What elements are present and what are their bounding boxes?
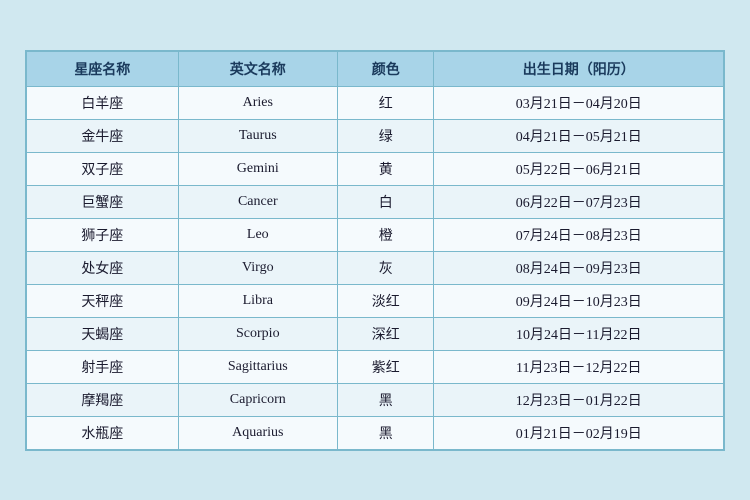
table-row: 水瓶座Aquarius黑01月21日－02月19日: [27, 416, 724, 449]
table-cell-7-0: 天蝎座: [27, 317, 179, 350]
table-cell-0-0: 白羊座: [27, 86, 179, 119]
table-cell-2-1: Gemini: [178, 152, 337, 185]
table-cell-6-2: 淡红: [337, 284, 434, 317]
table-cell-6-1: Libra: [178, 284, 337, 317]
table-row: 处女座Virgo灰08月24日－09月23日: [27, 251, 724, 284]
table-header-cell: 出生日期（阳历）: [434, 51, 724, 86]
table-cell-3-3: 06月22日－07月23日: [434, 185, 724, 218]
table-row: 巨蟹座Cancer白06月22日－07月23日: [27, 185, 724, 218]
table-cell-7-3: 10月24日－11月22日: [434, 317, 724, 350]
table-cell-10-1: Aquarius: [178, 416, 337, 449]
table-cell-5-3: 08月24日－09月23日: [434, 251, 724, 284]
table-cell-3-0: 巨蟹座: [27, 185, 179, 218]
table-cell-10-3: 01月21日－02月19日: [434, 416, 724, 449]
table-cell-2-3: 05月22日－06月21日: [434, 152, 724, 185]
table-body: 白羊座Aries红03月21日－04月20日金牛座Taurus绿04月21日－0…: [27, 86, 724, 449]
table-row: 射手座Sagittarius紫红11月23日－12月22日: [27, 350, 724, 383]
table-cell-6-0: 天秤座: [27, 284, 179, 317]
table-row: 金牛座Taurus绿04月21日－05月21日: [27, 119, 724, 152]
table-cell-8-1: Sagittarius: [178, 350, 337, 383]
zodiac-table-container: 星座名称英文名称颜色出生日期（阳历） 白羊座Aries红03月21日－04月20…: [25, 50, 725, 451]
table-cell-7-1: Scorpio: [178, 317, 337, 350]
table-cell-4-2: 橙: [337, 218, 434, 251]
table-header-cell: 英文名称: [178, 51, 337, 86]
table-cell-1-0: 金牛座: [27, 119, 179, 152]
table-cell-0-3: 03月21日－04月20日: [434, 86, 724, 119]
table-cell-0-2: 红: [337, 86, 434, 119]
table-cell-8-2: 紫红: [337, 350, 434, 383]
table-row: 摩羯座Capricorn黑12月23日－01月22日: [27, 383, 724, 416]
table-cell-4-1: Leo: [178, 218, 337, 251]
table-cell-10-0: 水瓶座: [27, 416, 179, 449]
table-cell-3-2: 白: [337, 185, 434, 218]
table-cell-9-3: 12月23日－01月22日: [434, 383, 724, 416]
table-cell-0-1: Aries: [178, 86, 337, 119]
table-row: 天蝎座Scorpio深红10月24日－11月22日: [27, 317, 724, 350]
table-cell-9-0: 摩羯座: [27, 383, 179, 416]
zodiac-table: 星座名称英文名称颜色出生日期（阳历） 白羊座Aries红03月21日－04月20…: [26, 51, 724, 450]
table-header-cell: 颜色: [337, 51, 434, 86]
table-cell-9-1: Capricorn: [178, 383, 337, 416]
table-cell-2-2: 黄: [337, 152, 434, 185]
table-cell-1-3: 04月21日－05月21日: [434, 119, 724, 152]
table-cell-7-2: 深红: [337, 317, 434, 350]
table-row: 天秤座Libra淡红09月24日－10月23日: [27, 284, 724, 317]
table-cell-5-0: 处女座: [27, 251, 179, 284]
table-row: 双子座Gemini黄05月22日－06月21日: [27, 152, 724, 185]
table-row: 白羊座Aries红03月21日－04月20日: [27, 86, 724, 119]
table-cell-5-2: 灰: [337, 251, 434, 284]
table-header-cell: 星座名称: [27, 51, 179, 86]
table-cell-3-1: Cancer: [178, 185, 337, 218]
table-cell-1-1: Taurus: [178, 119, 337, 152]
table-cell-10-2: 黑: [337, 416, 434, 449]
table-cell-4-3: 07月24日－08月23日: [434, 218, 724, 251]
table-cell-5-1: Virgo: [178, 251, 337, 284]
table-cell-8-0: 射手座: [27, 350, 179, 383]
table-row: 狮子座Leo橙07月24日－08月23日: [27, 218, 724, 251]
table-cell-1-2: 绿: [337, 119, 434, 152]
table-header-row: 星座名称英文名称颜色出生日期（阳历）: [27, 51, 724, 86]
table-cell-8-3: 11月23日－12月22日: [434, 350, 724, 383]
table-cell-6-3: 09月24日－10月23日: [434, 284, 724, 317]
table-cell-4-0: 狮子座: [27, 218, 179, 251]
table-cell-2-0: 双子座: [27, 152, 179, 185]
table-cell-9-2: 黑: [337, 383, 434, 416]
